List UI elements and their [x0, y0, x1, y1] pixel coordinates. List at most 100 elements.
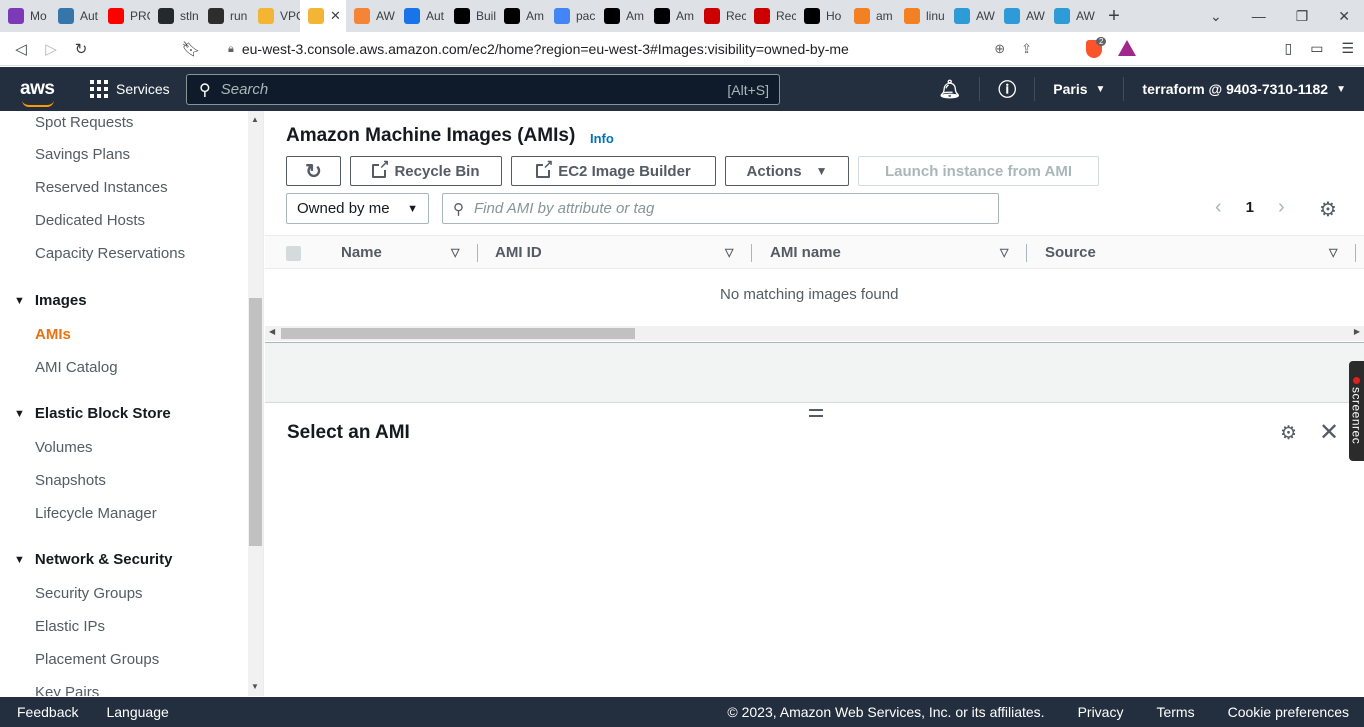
- current-page[interactable]: 1: [1246, 199, 1254, 216]
- nav-dedicated-hosts[interactable]: Dedicated Hosts: [35, 212, 145, 229]
- sort-icon[interactable]: ▽: [1329, 246, 1337, 259]
- close-window-icon[interactable]: ✕: [1338, 8, 1350, 25]
- aws-logo[interactable]: aws: [0, 78, 74, 107]
- info-link[interactable]: Info: [590, 131, 614, 146]
- launch-instance-button[interactable]: Launch instance from AMI: [858, 156, 1099, 186]
- image-builder-button[interactable]: EC2 Image Builder: [511, 156, 716, 186]
- feedback-link[interactable]: Feedback: [17, 704, 78, 720]
- language-link[interactable]: Language: [106, 704, 168, 720]
- nav-security-groups[interactable]: Security Groups: [35, 585, 143, 602]
- browser-tab[interactable]: stln: [150, 0, 200, 32]
- browser-tab[interactable]: AW: [946, 0, 996, 32]
- browser-tab[interactable]: Am: [496, 0, 546, 32]
- browser-tab[interactable]: ✕: [300, 0, 346, 32]
- column-source[interactable]: Source ▽: [1045, 244, 1345, 261]
- browser-tab[interactable]: Mo: [0, 0, 50, 32]
- cookie-preferences-link[interactable]: Cookie preferences: [1228, 704, 1349, 720]
- column-divider[interactable]: [1355, 244, 1356, 262]
- menu-icon[interactable]: ☰: [1341, 40, 1354, 57]
- nav-spot-requests[interactable]: Spot Requests: [35, 114, 133, 131]
- nav-reserved-instances[interactable]: Reserved Instances: [35, 179, 168, 196]
- browser-tab[interactable]: AW: [996, 0, 1046, 32]
- browser-tab[interactable]: Aut: [50, 0, 100, 32]
- actions-button[interactable]: Actions ▼: [725, 156, 849, 186]
- browser-tab[interactable]: VPC: [250, 0, 300, 32]
- sidebar-scroll-thumb[interactable]: [249, 298, 262, 546]
- column-divider[interactable]: [477, 244, 478, 262]
- wallet-icon[interactable]: ▭: [1310, 40, 1323, 57]
- ownership-filter-select[interactable]: Owned by me ▼: [286, 193, 429, 224]
- address-bar[interactable]: 🔒︎ eu-west-3.console.aws.amazon.com/ec2/…: [218, 36, 1044, 62]
- browser-tab[interactable]: AW: [346, 0, 396, 32]
- sort-icon[interactable]: ▽: [725, 246, 733, 259]
- gear-icon[interactable]: ⚙: [1280, 422, 1297, 445]
- notifications-icon[interactable]: 🔔︎: [920, 77, 979, 101]
- tab-search-icon[interactable]: ⌄: [1210, 8, 1222, 25]
- new-tab-button[interactable]: +: [1096, 5, 1132, 28]
- nav-key-pairs[interactable]: Key Pairs: [35, 684, 99, 696]
- section-network-security[interactable]: ▼ Network & Security: [14, 551, 172, 568]
- nav-placement-groups[interactable]: Placement Groups: [35, 651, 159, 668]
- table-horizontal-scrollbar[interactable]: ◀ ▶: [265, 326, 1364, 341]
- browser-tab[interactable]: run: [200, 0, 250, 32]
- nav-elastic-ips[interactable]: Elastic IPs: [35, 618, 105, 635]
- privacy-link[interactable]: Privacy: [1078, 704, 1124, 720]
- column-name[interactable]: Name ▽: [341, 244, 461, 261]
- column-divider[interactable]: [751, 244, 752, 262]
- scroll-left-icon[interactable]: ◀: [269, 327, 275, 336]
- table-scroll-thumb[interactable]: [281, 328, 635, 339]
- nav-capacity-reservations[interactable]: Capacity Reservations: [35, 245, 185, 262]
- nav-ami-catalog[interactable]: AMI Catalog: [35, 359, 118, 376]
- scroll-right-icon[interactable]: ▶: [1354, 327, 1360, 336]
- share-icon[interactable]: ⇪: [1021, 41, 1032, 57]
- recycle-bin-button[interactable]: Recycle Bin: [350, 156, 502, 186]
- help-icon[interactable]: ⓘ: [979, 77, 1034, 101]
- next-page-icon[interactable]: ›: [1278, 196, 1285, 219]
- browser-tab[interactable]: am: [846, 0, 896, 32]
- split-panel-drag-handle[interactable]: [809, 409, 823, 417]
- browser-tab[interactable]: pac: [546, 0, 596, 32]
- refresh-button[interactable]: ↻: [286, 156, 341, 186]
- scroll-up-icon[interactable]: ▲: [251, 115, 259, 124]
- browser-tab[interactable]: Buil: [446, 0, 496, 32]
- forward-icon[interactable]: ▷: [36, 40, 66, 58]
- gear-icon[interactable]: ⚙: [1319, 197, 1337, 222]
- column-divider[interactable]: [1026, 244, 1027, 262]
- browser-tab[interactable]: Am: [596, 0, 646, 32]
- restore-icon[interactable]: ❐: [1296, 8, 1309, 25]
- sort-icon[interactable]: ▽: [451, 246, 459, 259]
- browser-tab[interactable]: Ho: [796, 0, 846, 32]
- section-ebs[interactable]: ▼ Elastic Block Store: [14, 405, 171, 422]
- sidebar-scrollbar[interactable]: ▲ ▼: [248, 111, 263, 696]
- nav-savings-plans[interactable]: Savings Plans: [35, 146, 130, 163]
- minimize-icon[interactable]: —: [1252, 8, 1266, 24]
- screenrec-widget[interactable]: screenrec: [1349, 361, 1364, 461]
- nav-volumes[interactable]: Volumes: [35, 439, 93, 456]
- bookmark-icon[interactable]: 🔖︎: [176, 40, 206, 58]
- section-images[interactable]: ▼ Images: [14, 292, 87, 309]
- nav-amis[interactable]: AMIs: [35, 326, 71, 343]
- url-text[interactable]: eu-west-3.console.aws.amazon.com/ec2/hom…: [242, 41, 849, 57]
- region-selector[interactable]: Paris ▼: [1034, 77, 1123, 101]
- sort-icon[interactable]: ▽: [1000, 246, 1008, 259]
- column-ami-id[interactable]: AMI ID ▽: [495, 244, 735, 261]
- back-icon[interactable]: ◁: [6, 40, 36, 58]
- terms-link[interactable]: Terms: [1156, 704, 1194, 720]
- browser-tab[interactable]: Am: [646, 0, 696, 32]
- browser-tab[interactable]: AW: [1046, 0, 1096, 32]
- sidebar-toggle-icon[interactable]: ▯: [1284, 40, 1292, 57]
- browser-tab[interactable]: Aut: [396, 0, 446, 32]
- select-all-checkbox[interactable]: [286, 246, 301, 261]
- browser-tab[interactable]: Rec: [746, 0, 796, 32]
- aws-search-input[interactable]: ⚲ Search [Alt+S]: [186, 74, 780, 105]
- nav-snapshots[interactable]: Snapshots: [35, 472, 106, 489]
- browser-tab[interactable]: PRC: [100, 0, 150, 32]
- ami-search-input[interactable]: ⚲ Find AMI by attribute or tag: [442, 193, 999, 224]
- column-ami-name[interactable]: AMI name ▽: [770, 244, 1010, 261]
- browser-tab[interactable]: linu: [896, 0, 946, 32]
- close-icon[interactable]: ✕: [1319, 418, 1339, 447]
- zoom-icon[interactable]: ⊕: [994, 41, 1005, 57]
- browser-tab[interactable]: Rec: [696, 0, 746, 32]
- nav-lifecycle-manager[interactable]: Lifecycle Manager: [35, 505, 157, 522]
- close-tab-icon[interactable]: ✕: [330, 8, 341, 24]
